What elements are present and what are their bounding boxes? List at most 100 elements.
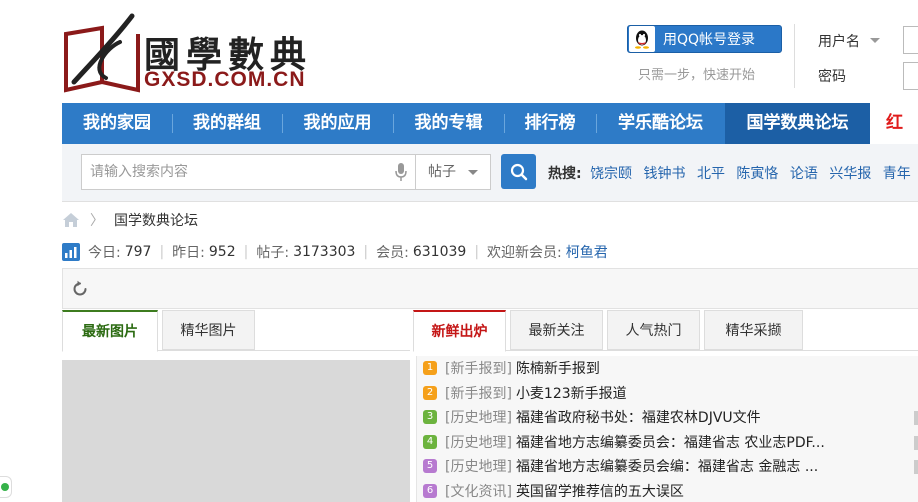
hot-search-term[interactable]: 陈寅恪 bbox=[736, 166, 778, 182]
qq-login-label: 用QQ帐号登录 bbox=[663, 32, 756, 48]
rank-badge: 1 bbox=[423, 361, 437, 376]
username-label[interactable]: 用户名 bbox=[818, 31, 860, 51]
list-item[interactable]: 5 [历史地理] 福建省地方志编纂委员会编：福建省志 金融志 ... bbox=[417, 454, 918, 479]
thread-tabs: 新鲜出炉 最新关注 人气热门 精华采撷 bbox=[413, 309, 918, 352]
image-slideshow[interactable] bbox=[62, 360, 410, 502]
password-input[interactable] bbox=[903, 62, 918, 90]
search-input[interactable] bbox=[82, 155, 382, 189]
rank-badge: 2 bbox=[423, 385, 437, 400]
tab-latest-images[interactable]: 最新图片 bbox=[62, 310, 158, 352]
today-count: 797 bbox=[124, 244, 152, 260]
portal-toolbar bbox=[62, 268, 918, 309]
search-icon bbox=[510, 163, 527, 180]
password-label: 密码 bbox=[818, 69, 846, 85]
search-type-select[interactable]: 帖子 bbox=[416, 154, 491, 190]
hot-search-term[interactable]: 钱钟书 bbox=[644, 166, 686, 182]
hot-search-term[interactable]: 论语 bbox=[790, 166, 818, 182]
hot-search-term[interactable]: 饶宗颐 bbox=[590, 166, 632, 182]
stats-divider: | bbox=[474, 244, 480, 260]
list-item[interactable]: 1 [新手报到] 陈楠新手报到 bbox=[417, 356, 918, 381]
list-item[interactable]: 2 [新手报到] 小麦123新手报道 bbox=[417, 381, 918, 406]
tab-featured[interactable]: 精华采撷 bbox=[704, 310, 803, 350]
nav-item-my-apps[interactable]: 我的应用 bbox=[282, 103, 393, 144]
posts-label: 帖子: bbox=[256, 245, 290, 261]
yesterday-label: 昨日: bbox=[172, 245, 205, 261]
nav-item-my-groups[interactable]: 我的群组 bbox=[172, 103, 282, 144]
row-edge-marker bbox=[914, 435, 918, 450]
thread-title[interactable]: 福建省地方志编纂委员会：福建省志 农业志PDF... bbox=[516, 432, 825, 452]
logo-domain: GXSD.COM.CN bbox=[144, 68, 306, 91]
yesterday-count: 952 bbox=[208, 244, 236, 260]
thread-list: 1 [新手报到] 陈楠新手报到 2 [新手报到] 小麦123新手报道 3 [历史地理] 福建省政… bbox=[416, 356, 918, 502]
logo-book-icon bbox=[64, 13, 140, 93]
site-logo[interactable]: 國學數典 GXSD.COM.CN bbox=[62, 12, 332, 94]
new-member-link[interactable]: 柯鱼君 bbox=[566, 242, 608, 262]
microphone-icon[interactable] bbox=[395, 163, 407, 181]
hot-search-term[interactable]: 青年 bbox=[883, 166, 911, 182]
chevron-down-icon bbox=[468, 170, 478, 175]
qq-penguin-icon bbox=[629, 26, 655, 52]
rank-badge: 5 bbox=[423, 459, 437, 474]
forum-stats: 今日: 797 | 昨日: 952 | 帖子: 3173303 | 会员: 63… bbox=[62, 241, 608, 263]
nav-item-xuelecool-forum[interactable]: 学乐酷论坛 bbox=[596, 103, 725, 144]
qq-login-hint: 只需一步，快速开始 bbox=[638, 68, 756, 83]
row-edge-marker bbox=[914, 460, 918, 474]
nav-item-my-albums[interactable]: 我的专辑 bbox=[393, 103, 504, 144]
rank-badge: 4 bbox=[423, 434, 437, 449]
members-count: 631039 bbox=[412, 244, 467, 260]
nav-item-red[interactable]: 红创 bbox=[870, 103, 918, 174]
nav-item-gxsd-forum[interactable]: 国学数典论坛 bbox=[725, 103, 870, 144]
image-tabs: 最新图片 精华图片 bbox=[62, 309, 410, 352]
rank-badge: 3 bbox=[423, 410, 437, 425]
thread-category[interactable]: [历史地理] bbox=[445, 456, 512, 476]
thread-category[interactable]: [新手报到] bbox=[445, 358, 512, 378]
thread-category[interactable]: [历史地理] bbox=[445, 407, 512, 427]
thread-title[interactable]: 福建省政府秘书处：福建农林DJVU文件 bbox=[516, 407, 761, 427]
stats-divider: | bbox=[363, 244, 369, 260]
stats-divider: | bbox=[243, 244, 249, 260]
thread-category[interactable]: [历史地理] bbox=[445, 432, 512, 452]
nav-item-rankings[interactable]: 排行榜 bbox=[504, 103, 596, 144]
row-edge-marker bbox=[914, 411, 918, 425]
thread-title[interactable]: 福建省地方志编纂委员会编：福建省志 金融志 ... bbox=[516, 456, 818, 476]
thread-title[interactable]: 英国留学推荐信的五大误区 bbox=[516, 481, 684, 501]
chevron-down-icon[interactable] bbox=[870, 38, 880, 43]
search-type-value: 帖子 bbox=[428, 164, 456, 180]
qq-login-button[interactable]: 用QQ帐号登录 bbox=[627, 25, 782, 53]
list-item[interactable]: 4 [历史地理] 福建省地方志编纂委员会：福建省志 农业志PDF... bbox=[417, 430, 918, 455]
members-label: 会员: bbox=[376, 245, 409, 261]
chevron-right-icon: 〉 bbox=[90, 213, 104, 229]
refresh-icon[interactable] bbox=[71, 280, 89, 298]
main-nav: 我的家园 我的群组 我的应用 我的专辑 排行榜 学乐酷论坛 国学数典论坛 红创 bbox=[62, 103, 918, 174]
list-item[interactable]: 6 [文化资讯] 英国留学推荐信的五大误区 bbox=[417, 479, 918, 502]
status-dot[interactable] bbox=[0, 476, 12, 498]
hot-search-term[interactable]: 北平 bbox=[697, 166, 725, 182]
stats-divider: | bbox=[159, 244, 165, 260]
tab-featured-images[interactable]: 精华图片 bbox=[162, 310, 255, 350]
thread-category[interactable]: [新手报到] bbox=[445, 383, 512, 403]
hot-searches: 热搜: 饶宗颐 钱钟书 北平 陈寅恪 论语 兴华报 青年 bbox=[548, 163, 918, 183]
thread-title[interactable]: 小麦123新手报道 bbox=[516, 383, 627, 403]
search-box bbox=[81, 154, 416, 190]
username-input[interactable] bbox=[903, 26, 918, 54]
hot-search-label: 热搜: bbox=[548, 166, 582, 182]
today-label: 今日: bbox=[88, 245, 121, 261]
breadcrumb: 〉 国学数典论坛 bbox=[62, 209, 198, 231]
welcome-label: 欢迎新会员: bbox=[487, 245, 562, 261]
tab-fresh[interactable]: 新鲜出炉 bbox=[413, 310, 506, 352]
rank-badge: 6 bbox=[423, 483, 437, 498]
header-divider bbox=[794, 24, 795, 88]
search-bar: 帖子 热搜: 饶宗颐 钱钟书 北平 陈寅恪 论语 兴华报 青年 bbox=[62, 144, 918, 202]
posts-count: 3173303 bbox=[293, 244, 356, 260]
bar-chart-icon bbox=[62, 243, 80, 261]
hot-search-term[interactable]: 兴华报 bbox=[829, 166, 871, 182]
home-icon[interactable] bbox=[62, 212, 80, 228]
nav-item-my-home[interactable]: 我的家园 bbox=[62, 103, 172, 144]
thread-category[interactable]: [文化资讯] bbox=[445, 481, 512, 501]
list-item[interactable]: 3 [历史地理] 福建省政府秘书处：福建农林DJVU文件 bbox=[417, 405, 918, 430]
tab-latest-follow[interactable]: 最新关注 bbox=[510, 310, 603, 350]
breadcrumb-current[interactable]: 国学数典论坛 bbox=[114, 210, 198, 230]
thread-title[interactable]: 陈楠新手报到 bbox=[516, 358, 600, 378]
search-button[interactable] bbox=[501, 154, 536, 189]
tab-popular[interactable]: 人气热门 bbox=[607, 310, 700, 350]
